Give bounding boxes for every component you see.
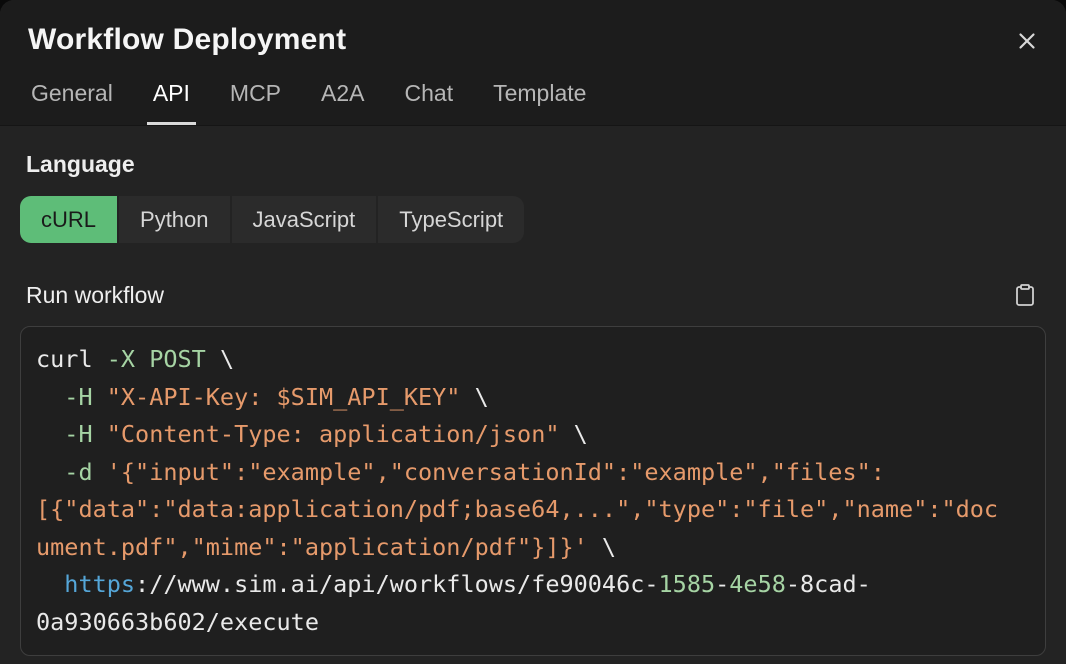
language-option-curl[interactable]: cURL <box>20 196 117 243</box>
code-section-header: Run workflow <box>26 278 1042 312</box>
tab-mcp[interactable]: MCP <box>224 80 287 125</box>
language-selector: cURL Python JavaScript TypeScript <box>20 196 524 243</box>
workflow-deployment-modal: Workflow Deployment General API MCP A2A … <box>0 0 1066 664</box>
page-title: Workflow Deployment <box>28 23 1066 57</box>
code-line: [{"data":"data:application/pdf;base64,..… <box>36 491 1030 529</box>
language-label: Language <box>26 151 1066 178</box>
language-option-typescript[interactable]: TypeScript <box>378 196 524 243</box>
tab-a2a[interactable]: A2A <box>315 80 370 125</box>
tab-template[interactable]: Template <box>487 80 592 125</box>
modal-header: Workflow Deployment General API MCP A2A … <box>0 0 1066 126</box>
code-line: ument.pdf","mime":"application/pdf"}]}' … <box>36 529 1030 567</box>
language-option-javascript[interactable]: JavaScript <box>232 196 377 243</box>
run-workflow-label: Run workflow <box>26 282 164 309</box>
code-line: 0a930663b602/execute <box>36 604 1030 642</box>
copy-button[interactable] <box>1008 278 1042 312</box>
tab-general[interactable]: General <box>25 80 119 125</box>
code-line: -d '{"input":"example","conversationId":… <box>36 454 1030 492</box>
code-line: -H "Content-Type: application/json" \ <box>36 416 1030 454</box>
code-line: -H "X-API-Key: $SIM_API_KEY" \ <box>36 379 1030 417</box>
clipboard-icon <box>1013 282 1037 308</box>
tab-api[interactable]: API <box>147 80 196 125</box>
api-tab-content: Language cURL Python JavaScript TypeScri… <box>0 151 1066 656</box>
tab-bar: General API MCP A2A Chat Template <box>25 80 1066 125</box>
close-icon <box>1014 28 1040 54</box>
code-line: https://www.sim.ai/api/workflows/fe90046… <box>36 566 1030 604</box>
code-block[interactable]: curl -X POST \ -H "X-API-Key: $SIM_API_K… <box>20 326 1046 656</box>
tab-chat[interactable]: Chat <box>399 80 460 125</box>
language-option-python[interactable]: Python <box>119 196 230 243</box>
code-line: curl -X POST \ <box>36 341 1030 379</box>
close-button[interactable] <box>1010 24 1044 58</box>
